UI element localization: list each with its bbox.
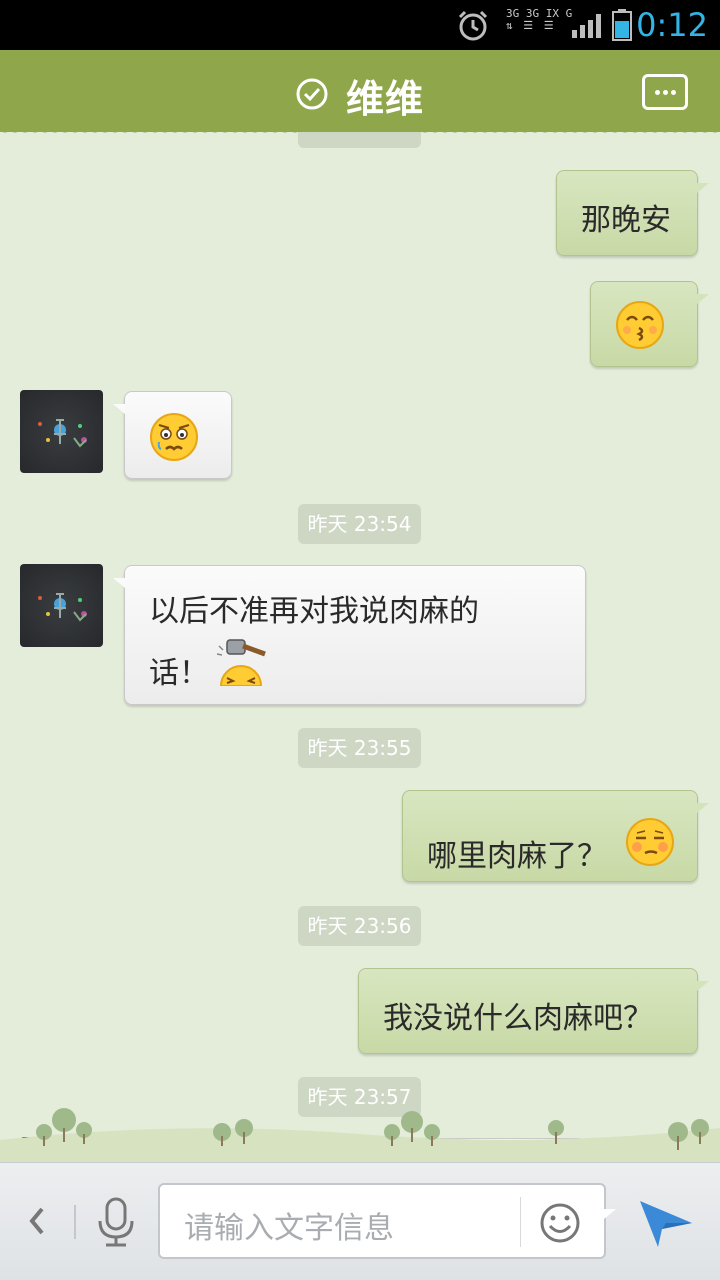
message-text: 以后不准再对我说肉麻的 bbox=[149, 594, 479, 629]
input-tail bbox=[604, 1209, 616, 1219]
message-bubble-out[interactable]: 我没说什么肉麻吧？ bbox=[358, 968, 709, 1054]
worried-emoji bbox=[150, 413, 198, 461]
message-bubble-out[interactable]: 哪里肉麻了？ bbox=[402, 790, 709, 882]
message-input[interactable]: 请输入文字信息 bbox=[158, 1183, 606, 1259]
network-icon: 3G 3G IX G ⇅ ☰ ☰ bbox=[506, 7, 573, 32]
battery-icon bbox=[612, 9, 632, 41]
message-text: 那晚安 bbox=[581, 203, 671, 238]
time-badge bbox=[298, 132, 421, 148]
contact-avatar[interactable] bbox=[20, 564, 103, 647]
signal-icon bbox=[572, 14, 601, 38]
send-icon[interactable] bbox=[636, 1193, 696, 1249]
contact-name: 维维 bbox=[346, 77, 425, 121]
message-text: 我没说什么肉麻吧？ bbox=[383, 1001, 653, 1036]
message-text: 哪里肉麻了？ bbox=[427, 839, 607, 874]
message-bubble-out[interactable]: 那晚安 bbox=[556, 170, 709, 256]
divider bbox=[74, 1205, 76, 1239]
message-text: 话！ bbox=[149, 656, 209, 691]
more-icon-dot bbox=[671, 90, 676, 95]
alarm-icon bbox=[458, 10, 488, 41]
back-icon[interactable] bbox=[22, 1201, 52, 1241]
contact-avatar[interactable] bbox=[20, 390, 103, 473]
message-bubble-out[interactable] bbox=[590, 281, 709, 367]
input-placeholder: 请输入文字信息 bbox=[184, 1211, 394, 1246]
time-badge: 昨天 23:56 bbox=[298, 906, 421, 946]
time-badge: 昨天 23:55 bbox=[298, 728, 421, 768]
microphone-icon[interactable] bbox=[94, 1195, 138, 1251]
more-button[interactable] bbox=[642, 74, 688, 110]
status-time: 0:12 bbox=[636, 6, 708, 44]
hammer-emoji bbox=[216, 639, 266, 686]
avatar-image bbox=[38, 419, 87, 448]
status-bar: 3G 3G IX G ⇅ ☰ ☰ 0:12 bbox=[0, 0, 720, 50]
more-icon-dot bbox=[663, 90, 668, 95]
check-circle-icon bbox=[296, 78, 328, 110]
kiss-emoji bbox=[616, 301, 664, 349]
avatar-image bbox=[38, 593, 87, 622]
scenery-decoration bbox=[0, 1108, 720, 1162]
smug-emoji bbox=[626, 818, 674, 866]
input-separator bbox=[520, 1197, 521, 1247]
message-bubble-in[interactable]: 以后不准再对我说肉麻的 话！ bbox=[113, 565, 586, 705]
more-icon bbox=[655, 90, 660, 95]
chat-area[interactable]: 那晚安 昨天 23:54 以后不准再对我说肉麻的 话！ 昨天 23:55 哪里肉… bbox=[0, 132, 720, 1162]
message-bubble-in[interactable] bbox=[113, 391, 232, 479]
time-badge: 昨天 23:54 bbox=[298, 504, 421, 544]
composer-bar: 请输入文字信息 bbox=[0, 1162, 720, 1280]
emoji-icon[interactable] bbox=[538, 1201, 582, 1245]
chat-header: 维维 bbox=[0, 50, 720, 132]
